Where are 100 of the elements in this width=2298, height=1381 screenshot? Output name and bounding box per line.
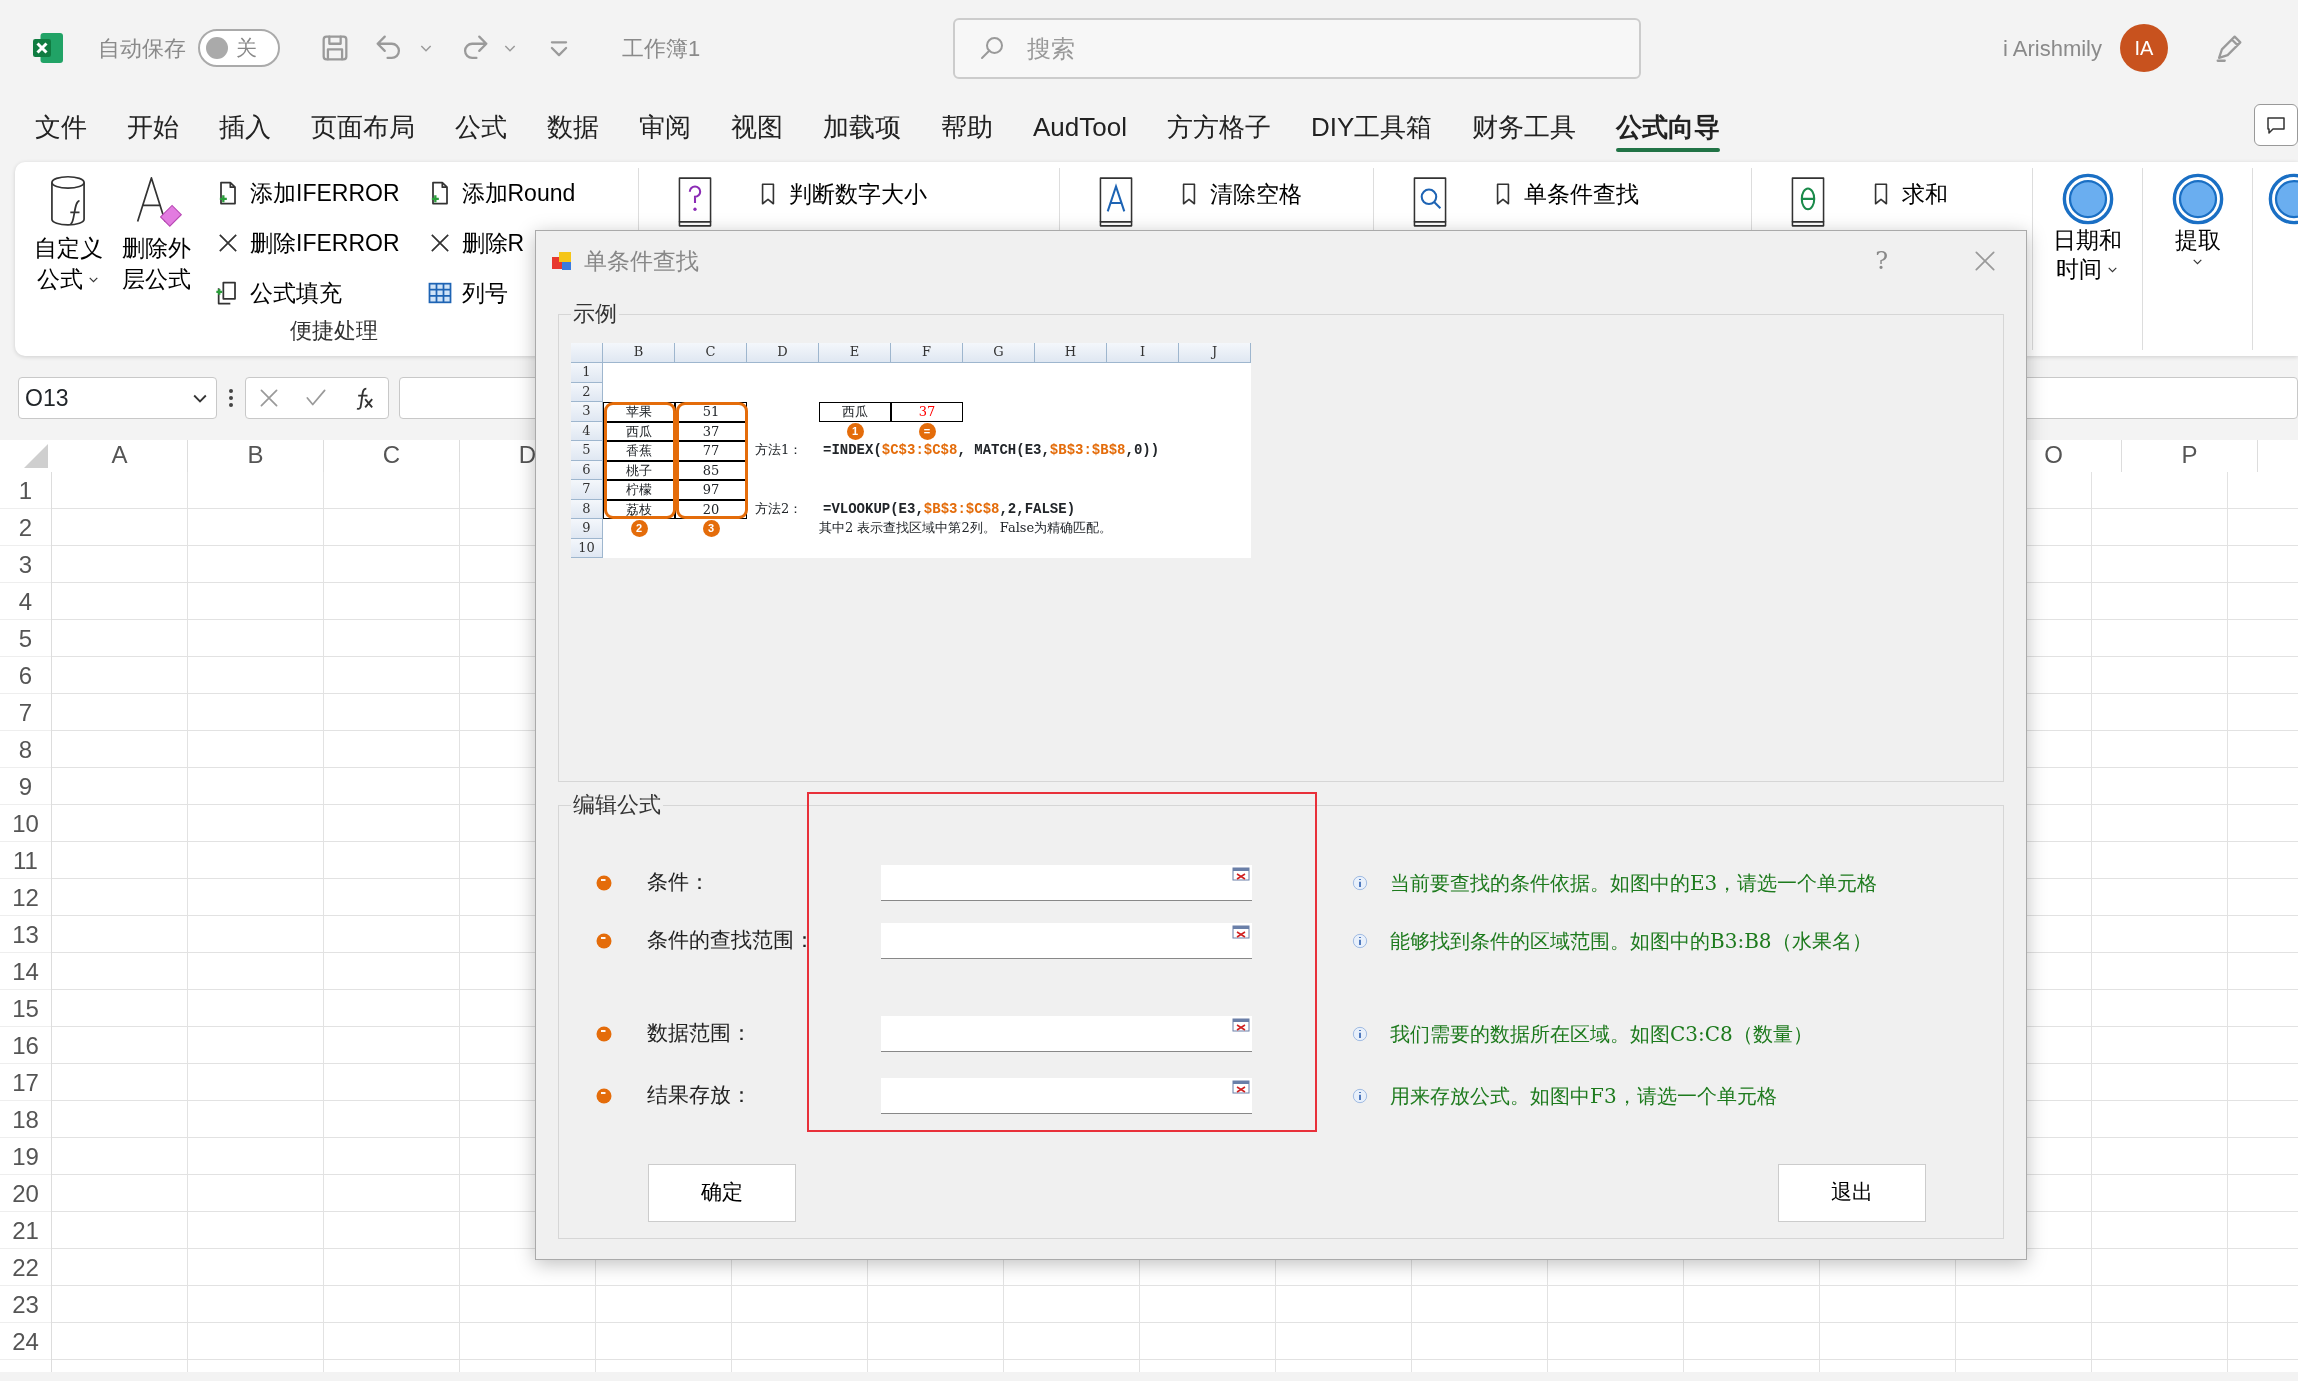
ribbon-button[interactable]: 自定义 公式: [30, 168, 106, 318]
group-title: 编辑公式: [572, 792, 662, 818]
ribbon-tab[interactable]: 视图: [711, 96, 803, 158]
row-header[interactable]: 7: [571, 480, 603, 500]
select-all-corner: [571, 343, 603, 363]
dialog-title: 单条件查找: [584, 246, 699, 276]
row-header[interactable]: 8: [571, 499, 603, 519]
ribbon-button[interactable]: 提取: [2143, 168, 2253, 350]
row-header[interactable]: 11: [0, 842, 51, 879]
ribbon-tab[interactable]: 加载项: [803, 96, 921, 158]
column-header[interactable]: J: [1179, 343, 1251, 363]
input-field[interactable]: [881, 1078, 1252, 1114]
more-options-icon[interactable]: [227, 386, 235, 410]
row-header[interactable]: 10: [0, 805, 51, 842]
row-header[interactable]: 6: [571, 460, 603, 480]
row-header[interactable]: 12: [0, 879, 51, 916]
formula-text: =VLOOKUP(E3,$B$3:$C$8,2,FALSE): [822, 499, 1077, 519]
column-header[interactable]: F: [891, 343, 963, 363]
ribbon-tab[interactable]: 方方格子: [1146, 96, 1291, 158]
app-icon: [550, 249, 574, 273]
ribbon-button[interactable]: 求和: [1862, 168, 1954, 220]
dialog-button[interactable]: 确定: [648, 1164, 796, 1222]
hint-text: 当前要查找的条件依据。如图中的E3，请选一个单元格: [1390, 870, 1879, 897]
row-header[interactable]: 15: [0, 990, 51, 1027]
row-header[interactable]: 13: [0, 916, 51, 953]
ribbon-tab[interactable]: 公式: [435, 96, 527, 158]
ribbon-tab[interactable]: 文件: [15, 96, 107, 158]
row-header[interactable]: 6: [0, 657, 51, 694]
ribbon-tab[interactable]: 数据: [527, 96, 619, 158]
user-avatar[interactable]: IA: [2120, 24, 2168, 72]
ribbon-tab[interactable]: 帮助: [921, 96, 1013, 158]
row-header[interactable]: 3: [0, 546, 51, 583]
ribbon-tab[interactable]: DIY工具箱: [1290, 96, 1453, 158]
ribbon-tab[interactable]: 页面布局: [291, 96, 435, 158]
range-picker-icon[interactable]: [1232, 867, 1250, 881]
hint-text: 我们需要的数据所在区域。如图C3:C8（数量）: [1390, 1021, 1814, 1048]
group-title: 示例: [572, 301, 618, 327]
input-field[interactable]: [881, 865, 1252, 901]
ribbon-button[interactable]: 添加IFERROR: [208, 168, 406, 218]
ribbon-tab[interactable]: 财务工具: [1452, 96, 1597, 158]
row-header[interactable]: 9: [571, 519, 603, 539]
ribbon-button[interactable]: 删除IFERROR: [208, 218, 406, 268]
ribbon-button[interactable]: 日期和 时间: [2033, 168, 2143, 350]
comment-button[interactable]: [2254, 104, 2298, 146]
ribbon-button[interactable]: 公式填充: [208, 268, 406, 318]
row-header[interactable]: 7: [0, 694, 51, 731]
ribbon-button[interactable]: 清除空格: [1170, 168, 1308, 220]
row-header[interactable]: 18: [0, 1101, 51, 1138]
row-header[interactable]: 20: [0, 1175, 51, 1212]
row-header[interactable]: 3: [571, 402, 603, 422]
range-picker-icon[interactable]: [1232, 1080, 1250, 1094]
row-header[interactable]: 4: [571, 421, 603, 441]
search-field[interactable]: 搜索: [953, 18, 1641, 79]
table-cell-text: 其中2 表示查找区域中第2列。 False为精确匹配。: [819, 519, 1114, 537]
ribbon-tab[interactable]: AudTool: [1013, 96, 1147, 158]
column-header[interactable]: H: [1035, 343, 1107, 363]
input-field[interactable]: [881, 1016, 1252, 1052]
row-header[interactable]: 5: [0, 620, 51, 657]
row-header[interactable]: 5: [571, 441, 603, 461]
row-header[interactable]: 21: [0, 1212, 51, 1249]
column-header[interactable]: B: [603, 343, 675, 363]
row-header[interactable]: 14: [0, 953, 51, 990]
column-header[interactable]: G: [963, 343, 1035, 363]
column-header[interactable]: D: [747, 343, 819, 363]
row-header[interactable]: 22: [0, 1249, 51, 1286]
row-header[interactable]: 9: [0, 768, 51, 805]
dialog-button[interactable]: 退出: [1778, 1164, 1926, 1222]
number-badge: =: [918, 422, 936, 440]
row-header[interactable]: 17: [0, 1064, 51, 1101]
name-box[interactable]: O13: [18, 377, 217, 419]
row-header[interactable]: 1: [0, 472, 51, 509]
column-header[interactable]: C: [675, 343, 747, 363]
ribbon-tab[interactable]: 公式向导: [1596, 96, 1741, 158]
input-field[interactable]: [881, 923, 1252, 959]
step-icon: [595, 932, 613, 950]
autosave-toggle[interactable]: 关: [198, 29, 280, 67]
row-header[interactable]: 23: [0, 1286, 51, 1323]
row-header[interactable]: 4: [0, 583, 51, 620]
ribbon-button[interactable]: 单条件查找: [1484, 168, 1645, 220]
workbook-title: 工作簿1: [622, 34, 701, 63]
row-header[interactable]: 1: [571, 363, 603, 383]
ribbon-button[interactable]: 删除R: [419, 218, 582, 268]
column-header[interactable]: E: [819, 343, 891, 363]
range-picker-icon[interactable]: [1232, 1018, 1250, 1032]
ribbon-tab[interactable]: 审阅: [619, 96, 711, 158]
ribbon-button[interactable]: 添加Round: [419, 168, 582, 218]
user-name: i Arishmily: [2003, 34, 2102, 63]
ribbon-button[interactable]: 判断数字大小: [749, 168, 933, 220]
row-header[interactable]: 16: [0, 1027, 51, 1064]
row-header[interactable]: 19: [0, 1138, 51, 1175]
ribbon-button[interactable]: 删除外 层公式: [118, 168, 194, 318]
ribbon-tab[interactable]: 插入: [199, 96, 291, 158]
range-picker-icon[interactable]: [1232, 925, 1250, 939]
row-header[interactable]: 2: [571, 382, 603, 402]
row-header[interactable]: 10: [571, 538, 603, 558]
column-header[interactable]: I: [1107, 343, 1179, 363]
ribbon-tab[interactable]: 开始: [107, 96, 199, 158]
row-header[interactable]: 24: [0, 1323, 51, 1360]
row-header[interactable]: 2: [0, 509, 51, 546]
row-header[interactable]: 8: [0, 731, 51, 768]
